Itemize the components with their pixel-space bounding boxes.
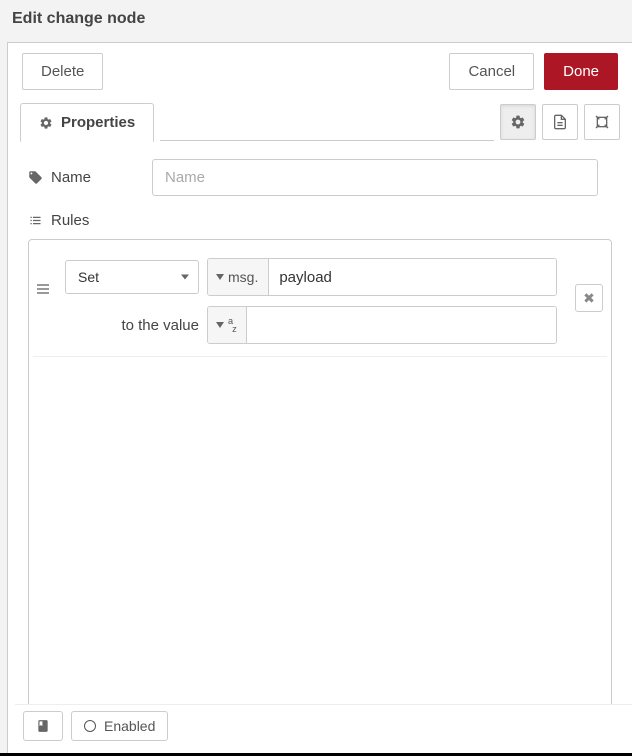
to-value-label: to the value <box>65 317 199 334</box>
tag-icon <box>28 170 43 185</box>
rule-item: Set msg. <box>33 244 607 357</box>
action-bar: Delete Cancel Done <box>8 43 632 100</box>
type-selector-string[interactable]: az <box>208 307 247 343</box>
circle-icon <box>84 720 96 732</box>
name-input[interactable] <box>152 159 598 196</box>
string-type-icon: az <box>228 316 236 334</box>
property-field[interactable] <box>269 259 556 295</box>
appearance-tab-button[interactable] <box>584 104 620 140</box>
gear-icon <box>510 114 526 130</box>
document-icon <box>552 114 568 130</box>
value-typed-input[interactable]: az <box>207 306 557 344</box>
cancel-button[interactable]: Cancel <box>449 53 534 90</box>
name-label: Name <box>28 169 138 186</box>
type-selector-msg[interactable]: msg. <box>208 259 269 295</box>
value-field[interactable] <box>247 307 556 343</box>
drag-handle[interactable] <box>37 258 57 294</box>
delete-rule-button[interactable]: ✖ <box>575 284 603 312</box>
close-icon: ✖ <box>583 290 595 307</box>
rules-container: Set msg. <box>28 239 612 743</box>
rules-label: Rules <box>28 212 612 229</box>
dialog-title: Edit change node <box>0 0 632 38</box>
dialog-body: Delete Cancel Done Properties <box>7 42 632 753</box>
rules-list: Set msg. <box>33 244 607 706</box>
gear-icon <box>39 116 53 130</box>
list-icon <box>28 213 43 228</box>
rule-action-select[interactable]: Set <box>65 260 199 294</box>
name-row: Name <box>28 159 612 196</box>
done-button[interactable]: Done <box>544 53 618 90</box>
tab-properties[interactable]: Properties <box>20 103 154 142</box>
docs-button[interactable] <box>23 711 63 741</box>
book-icon <box>36 719 50 733</box>
expand-icon <box>594 114 610 130</box>
caret-down-icon <box>216 274 224 280</box>
delete-button[interactable]: Delete <box>22 53 103 90</box>
enabled-toggle[interactable]: Enabled <box>71 711 168 741</box>
caret-down-icon <box>216 322 224 328</box>
property-typed-input[interactable]: msg. <box>207 258 557 296</box>
settings-tab-button[interactable] <box>500 104 536 140</box>
description-tab-button[interactable] <box>542 104 578 140</box>
footer-bar: Enabled <box>15 704 632 747</box>
tab-label: Properties <box>61 114 135 131</box>
form-area: Name Rules <box>8 141 632 753</box>
tabs-row: Properties <box>8 102 632 141</box>
